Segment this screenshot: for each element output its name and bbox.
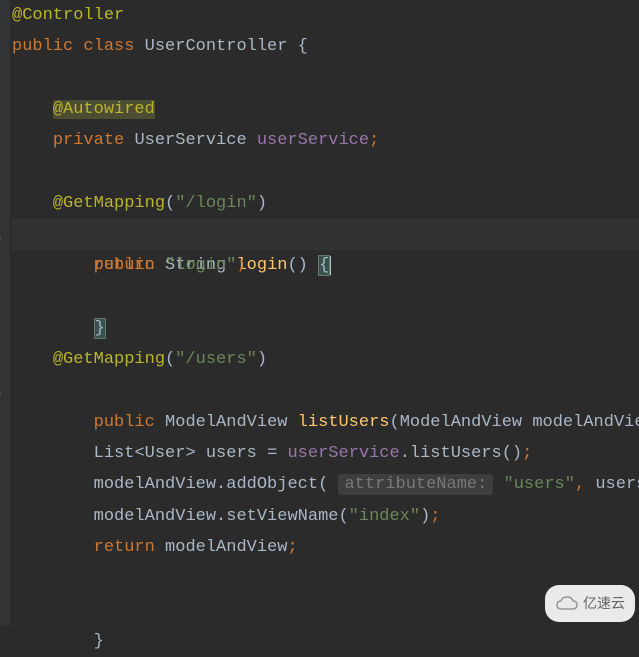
call-setviewname: setViewName <box>226 507 338 526</box>
annotation-getmapping: @GetMapping <box>53 350 165 369</box>
override-icon[interactable] <box>0 388 1 400</box>
brace-open: { <box>318 255 330 276</box>
watermark-text: 亿速云 <box>583 588 625 619</box>
annotation-getmapping: @GetMapping <box>53 194 165 213</box>
code-line[interactable]: modelAndView.setViewName("index"); <box>12 501 639 532</box>
annotation-controller: @Controller <box>12 6 124 25</box>
fold-icon[interactable] <box>0 605 1 617</box>
blank-line[interactable] <box>12 156 639 187</box>
code-line-current[interactable]: public String login() { <box>12 219 639 250</box>
keyword-public: public <box>94 413 155 432</box>
blank-line[interactable] <box>12 63 639 94</box>
keyword-return: return <box>94 538 155 557</box>
code-line[interactable]: @Controller <box>12 0 639 31</box>
call-addobject: addObject <box>226 475 318 494</box>
code-line[interactable]: public ModelAndView listUsers(ModelAndVi… <box>12 376 639 407</box>
var-mav: modelAndView <box>94 475 216 494</box>
code-line[interactable]: @GetMapping("/users") <box>12 344 639 375</box>
code-line[interactable]: modelAndView.addObject( attributeName: "… <box>12 469 639 500</box>
code-line[interactable]: List<User> users = userService.listUsers… <box>12 438 639 469</box>
param-hint: attributeName: <box>338 474 493 495</box>
code-line[interactable]: return modelAndView; <box>12 532 639 563</box>
string-index: "index" <box>349 507 420 526</box>
field-userservice-ref: userService <box>287 444 399 463</box>
class-name: UserController <box>145 37 288 56</box>
keyword-return: return <box>94 256 155 275</box>
var-users: users <box>206 444 257 463</box>
code-line[interactable]: } <box>12 282 639 313</box>
code-line[interactable]: @GetMapping("/login") <box>12 188 639 219</box>
type-mav: ModelAndView <box>165 413 287 432</box>
type-list: List <box>94 444 135 463</box>
string-login-path: "/login" <box>175 194 257 213</box>
var-mav-return: modelAndView <box>165 538 287 557</box>
string-users: "users" <box>504 475 575 494</box>
var-mav: modelAndView <box>94 507 216 526</box>
keyword-class: class <box>83 37 134 56</box>
code-line[interactable]: public class UserController { <box>12 31 639 62</box>
string-login: "login" <box>165 256 236 275</box>
string-users-path: "/users" <box>175 350 257 369</box>
method-listusers: listUsers <box>298 413 390 432</box>
cloud-icon <box>555 595 579 613</box>
var-users-ref: users <box>595 475 639 494</box>
watermark: 亿速云 <box>545 585 635 622</box>
type-user: User <box>145 444 186 463</box>
call-listusers: listUsers <box>410 444 502 463</box>
fold-icon[interactable] <box>0 293 1 305</box>
code-line[interactable]: @Autowired <box>12 94 639 125</box>
override-icon[interactable] <box>0 232 1 244</box>
code-line[interactable]: private UserService userService; <box>12 125 639 156</box>
annotation-autowired: @Autowired <box>53 100 155 119</box>
code-editor[interactable]: @Controller public class UserController … <box>0 0 639 626</box>
field-userservice: userService <box>257 131 369 150</box>
keyword-public: public <box>12 37 73 56</box>
blank-line[interactable] <box>12 313 639 344</box>
type-userservice: UserService <box>134 131 246 150</box>
brace-close: } <box>94 318 106 339</box>
param-mav: modelAndView <box>532 413 639 432</box>
type-mav-param: ModelAndView <box>400 413 522 432</box>
blank-line[interactable] <box>12 563 639 594</box>
keyword-private: private <box>53 131 124 150</box>
